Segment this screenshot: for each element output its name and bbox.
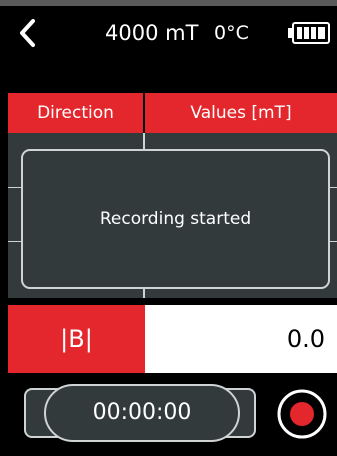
range-readout: 4000 mT [105, 21, 199, 45]
back-button[interactable] [14, 18, 44, 48]
top-edge-strip [0, 0, 337, 6]
row-divider [329, 187, 337, 188]
column-header-values: Values [mT] [145, 93, 337, 133]
recording-timer: 00:00:00 [92, 400, 192, 425]
magnitude-label: |B| [8, 305, 145, 373]
magnitude-value: 0.0 [286, 325, 325, 353]
row-divider [8, 187, 22, 188]
chevron-left-icon [20, 19, 35, 47]
battery-icon [287, 22, 331, 44]
toast-message: Recording started [99, 209, 252, 229]
temperature-readout: 0°C [214, 22, 249, 44]
record-icon [277, 389, 327, 439]
record-button[interactable] [276, 388, 328, 440]
row-divider [329, 241, 337, 242]
column-header-direction: Direction [8, 93, 143, 133]
row-divider [8, 241, 22, 242]
